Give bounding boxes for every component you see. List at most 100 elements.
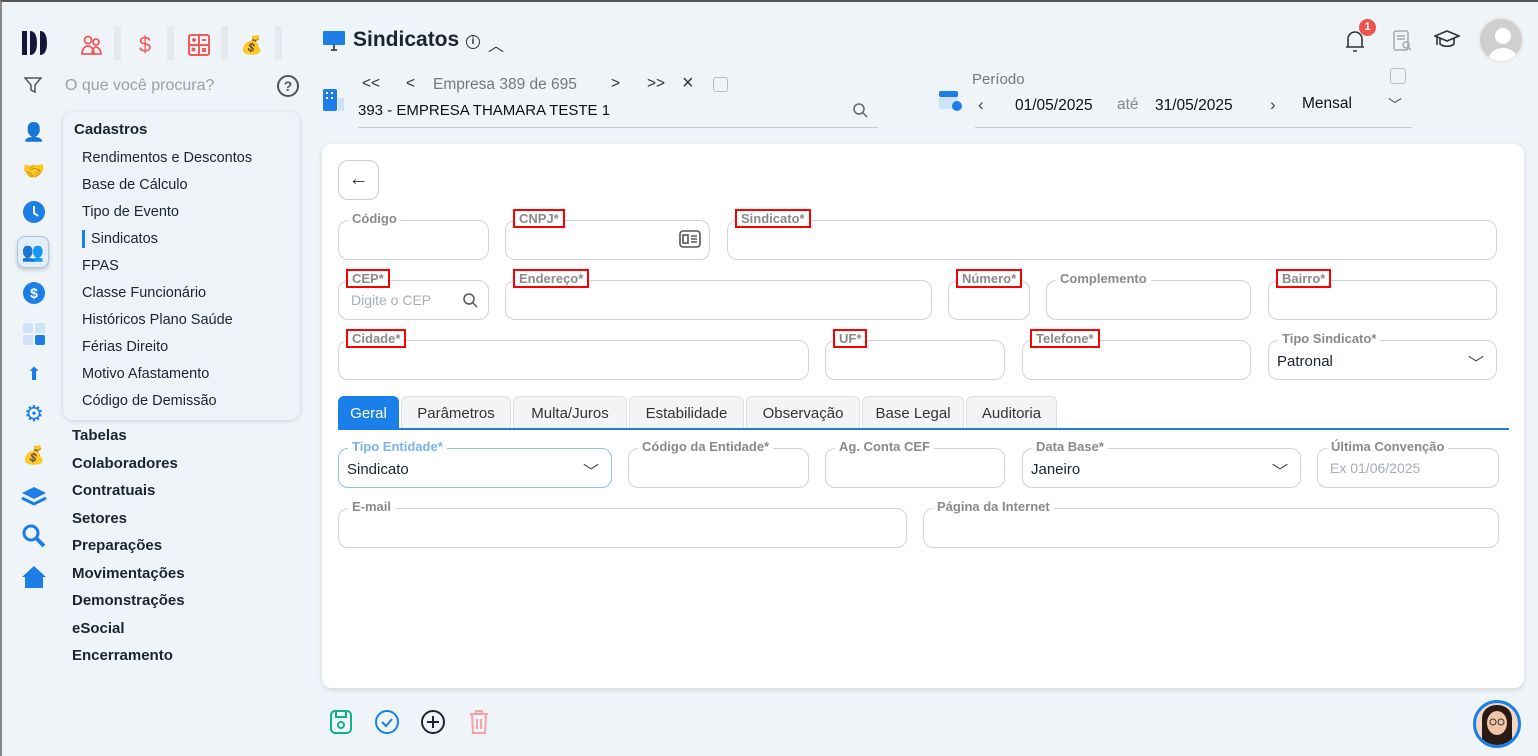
submenu-item[interactable]: Férias Direito bbox=[82, 339, 168, 355]
add-button[interactable] bbox=[420, 709, 446, 740]
filter-icon[interactable] bbox=[23, 76, 43, 99]
codigo-field[interactable]: Código bbox=[338, 211, 489, 260]
handshake-icon[interactable]: 🤝 bbox=[20, 157, 48, 185]
search-icon[interactable] bbox=[852, 102, 868, 123]
cep-field[interactable]: CEP* Digite o CEP bbox=[338, 269, 489, 320]
submenu-item-active[interactable]: Sindicatos bbox=[91, 231, 158, 247]
money-bag-icon[interactable]: 💰 bbox=[20, 441, 48, 469]
company-checkbox[interactable] bbox=[713, 77, 728, 92]
id-card-icon[interactable] bbox=[679, 230, 701, 253]
period-start[interactable]: 01/05/2025 bbox=[1015, 97, 1093, 115]
period-checkbox[interactable] bbox=[1390, 68, 1406, 84]
delete-button[interactable] bbox=[468, 709, 490, 740]
next-company-button[interactable]: > bbox=[611, 75, 620, 93]
money-bag-icon[interactable]: 💰 bbox=[235, 28, 269, 62]
menu-group[interactable]: Contratuais bbox=[72, 482, 155, 499]
uf-label: UF* bbox=[832, 329, 868, 348]
prev-company-button[interactable]: < bbox=[406, 75, 415, 93]
menu-group[interactable]: Preparações bbox=[72, 537, 162, 554]
help-icon[interactable]: ? bbox=[277, 75, 299, 97]
back-button[interactable]: ← bbox=[338, 160, 379, 200]
tipo-entidade-select[interactable]: Tipo Entidade* Sindicato ﹀ bbox=[338, 439, 612, 488]
period-next-button[interactable]: › bbox=[1270, 95, 1276, 115]
graduation-cap-icon[interactable] bbox=[1432, 29, 1462, 56]
menu-group[interactable]: Encerramento bbox=[72, 647, 173, 664]
dollar-icon[interactable]: $ bbox=[128, 28, 162, 62]
tab-auditoria[interactable]: Auditoria bbox=[966, 396, 1057, 429]
chevron-down-icon[interactable]: ﹀ bbox=[1388, 95, 1402, 115]
period-end[interactable]: 31/05/2025 bbox=[1155, 97, 1233, 115]
page-title: Sindicatos bbox=[353, 28, 460, 51]
arrow-up-percent-icon[interactable]: ⬆ bbox=[20, 360, 48, 388]
clock-icon[interactable] bbox=[20, 198, 48, 226]
submenu-item[interactable]: Código de Demissão bbox=[82, 393, 217, 409]
people-icon-active[interactable]: 👥 bbox=[17, 236, 49, 268]
info-icon[interactable]: i bbox=[466, 35, 480, 49]
tab-parametros[interactable]: Parâmetros bbox=[401, 396, 511, 429]
layers-icon[interactable] bbox=[20, 482, 48, 510]
period-prev-button[interactable]: ‹ bbox=[978, 95, 984, 115]
cidade-field[interactable]: Cidade* bbox=[338, 329, 809, 380]
people-icon[interactable] bbox=[75, 28, 109, 62]
close-company-button[interactable]: × bbox=[682, 72, 694, 95]
period-until: até bbox=[1117, 96, 1139, 113]
submenu-item[interactable]: Motivo Afastamento bbox=[82, 366, 209, 382]
uf-field[interactable]: UF* bbox=[825, 329, 1005, 380]
menu-group[interactable]: Setores bbox=[72, 510, 127, 527]
ag-conta-cef-field[interactable]: Ag. Conta CEF bbox=[825, 439, 1005, 488]
submenu-item[interactable]: Base de Cálculo bbox=[82, 177, 188, 193]
bairro-field[interactable]: Bairro* bbox=[1268, 269, 1497, 320]
data-base-label: Data Base* bbox=[1032, 439, 1108, 454]
last-company-button[interactable]: >> bbox=[647, 75, 665, 93]
tab-observacao[interactable]: Observação bbox=[746, 396, 860, 429]
data-base-select[interactable]: Data Base* Janeiro ﹀ bbox=[1022, 439, 1301, 488]
search-icon[interactable] bbox=[462, 292, 478, 313]
period-type-select[interactable]: Mensal bbox=[1302, 95, 1352, 113]
search-icon[interactable] bbox=[20, 522, 48, 550]
first-company-button[interactable]: << bbox=[362, 75, 380, 93]
menu-group[interactable]: Demonstrações bbox=[72, 592, 185, 609]
assistant-avatar[interactable] bbox=[1473, 700, 1521, 748]
numero-field[interactable]: Número* bbox=[948, 269, 1030, 320]
submenu-item[interactable]: FPAS bbox=[82, 258, 119, 274]
ultima-convencao-placeholder: Ex 01/06/2025 bbox=[1330, 460, 1421, 476]
confirm-button[interactable] bbox=[374, 709, 400, 740]
pagina-internet-field[interactable]: Página da Internet bbox=[923, 499, 1499, 548]
search-input[interactable]: O que você procura? bbox=[65, 77, 214, 95]
calculator-icon[interactable] bbox=[20, 320, 48, 348]
menu-group[interactable]: Movimentações bbox=[72, 565, 185, 582]
cnpj-field[interactable]: CNPJ* bbox=[505, 209, 710, 260]
ultima-convencao-field[interactable]: Última Convenção Ex 01/06/2025 bbox=[1317, 439, 1499, 488]
submenu-item[interactable]: Rendimentos e Descontos bbox=[82, 150, 252, 166]
user-settings-icon[interactable]: 👤 bbox=[20, 118, 48, 146]
menu-group[interactable]: eSocial bbox=[72, 620, 125, 637]
email-field[interactable]: E-mail bbox=[338, 499, 907, 548]
telefone-field[interactable]: Telefone* bbox=[1022, 329, 1251, 380]
gear-icon[interactable]: ⚙ bbox=[20, 400, 48, 428]
save-button[interactable] bbox=[329, 709, 353, 740]
complemento-field[interactable]: Complemento bbox=[1046, 271, 1251, 320]
submenu-item[interactable]: Históricos Plano Saúde bbox=[82, 312, 233, 328]
menu-group[interactable]: Colaboradores bbox=[72, 455, 178, 472]
menu-group[interactable]: Tabelas bbox=[72, 427, 127, 444]
tab-estabilidade[interactable]: Estabilidade bbox=[629, 396, 744, 429]
tipo-entidade-label: Tipo Entidade* bbox=[348, 439, 447, 454]
company-select[interactable]: 393 - EMPRESA THAMARA TESTE 1 bbox=[358, 98, 878, 128]
submenu-item[interactable]: Tipo de Evento bbox=[82, 204, 179, 220]
chevron-down-icon: ﹀ bbox=[582, 464, 599, 481]
codigo-entidade-field[interactable]: Código da Entidade* bbox=[628, 439, 809, 488]
submenu-item[interactable]: Classe Funcionário bbox=[82, 285, 206, 301]
tipo-sindicato-select[interactable]: Tipo Sindicato* Patronal ﹀ bbox=[1268, 331, 1497, 380]
tab-geral[interactable]: Geral bbox=[338, 396, 399, 429]
sindicato-field[interactable]: Sindicato* bbox=[727, 209, 1497, 260]
tab-multa-juros[interactable]: Multa/Juros bbox=[513, 396, 627, 429]
user-avatar[interactable] bbox=[1478, 17, 1524, 63]
dollar-circle-icon[interactable]: $ bbox=[20, 279, 48, 307]
app-logo[interactable] bbox=[20, 28, 50, 58]
home-icon[interactable] bbox=[20, 563, 48, 591]
tab-base-legal[interactable]: Base Legal bbox=[862, 396, 964, 429]
endereco-field[interactable]: Endereço* bbox=[505, 269, 932, 320]
document-search-icon[interactable] bbox=[1393, 30, 1413, 57]
calculator-icon[interactable] bbox=[182, 28, 216, 62]
collapse-chevron-icon[interactable]: ︿ bbox=[488, 32, 504, 56]
